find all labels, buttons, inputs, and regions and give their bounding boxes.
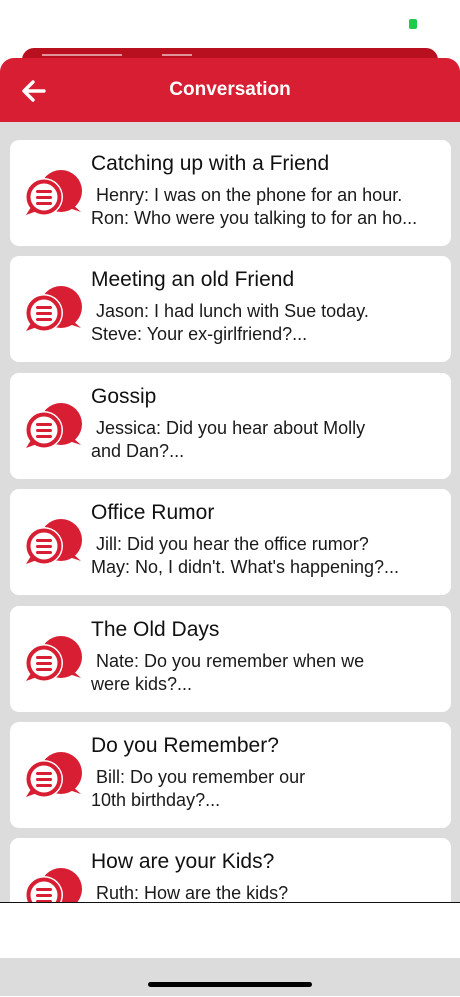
- conversation-title: How are your Kids?: [91, 850, 275, 873]
- conversation-preview: Nate: Do you remember when we were kids?…: [91, 651, 365, 694]
- conversation-card[interactable]: Meeting an old Friend Jason: I had lunch…: [10, 256, 451, 362]
- chat-bubbles-icon: [25, 868, 82, 902]
- battery-icon: [409, 19, 417, 29]
- conversation-preview: Jason: I had lunch with Sue today. Steve…: [91, 301, 369, 344]
- page-title: Conversation: [169, 79, 291, 100]
- bottom-strip: [0, 958, 460, 996]
- conversation-preview: Bill: Do you remember our 10th birthday?…: [91, 767, 306, 810]
- conversation-preview: Jill: Did you hear the office rumor? May…: [91, 534, 400, 577]
- conversation-preview: Henry: I was on the phone for an hour. R…: [91, 185, 418, 228]
- conversation-card[interactable]: Do you Remember? Bill: Do you remember o…: [10, 722, 451, 828]
- conversation-preview: Jessica: Did you hear about Molly and Da…: [91, 418, 366, 461]
- chat-bubbles-icon: [25, 519, 82, 565]
- conversation-title: Gossip: [91, 385, 157, 408]
- conversation-preview: Ruth: How are the kids?: [91, 883, 289, 902]
- conversation-list: Catching up with a Friend Henry: I was o…: [0, 122, 460, 902]
- conversation-title: Catching up with a Friend: [91, 152, 330, 175]
- conversation-title: The Old Days: [91, 618, 220, 641]
- chat-bubbles-icon: [25, 403, 82, 449]
- chat-bubbles-icon: [25, 286, 82, 332]
- conversation-title: Do you Remember?: [91, 734, 279, 757]
- conversation-card[interactable]: How are your Kids? Ruth: How are the kid…: [10, 838, 451, 902]
- conversation-card[interactable]: Catching up with a Friend Henry: I was o…: [10, 140, 451, 246]
- conversation-card[interactable]: Office Rumor Jill: Did you hear the offi…: [10, 489, 451, 595]
- conversation-sheet: Conversation Catching up with a Friend H…: [0, 58, 460, 958]
- conversation-card[interactable]: Gossip Jessica: Did you hear about Molly…: [10, 373, 451, 479]
- chat-bubbles-icon: [25, 170, 82, 216]
- home-indicator[interactable]: [148, 982, 312, 987]
- status-bar: [0, 0, 460, 48]
- chat-bubbles-icon: [25, 752, 82, 798]
- chat-bubbles-icon: [25, 636, 82, 682]
- conversation-card[interactable]: The Old Days Nate: Do you remember when …: [10, 606, 451, 712]
- conversation-title: Office Rumor: [91, 501, 215, 524]
- conversation-title: Meeting an old Friend: [91, 268, 295, 291]
- header: Conversation: [0, 58, 460, 122]
